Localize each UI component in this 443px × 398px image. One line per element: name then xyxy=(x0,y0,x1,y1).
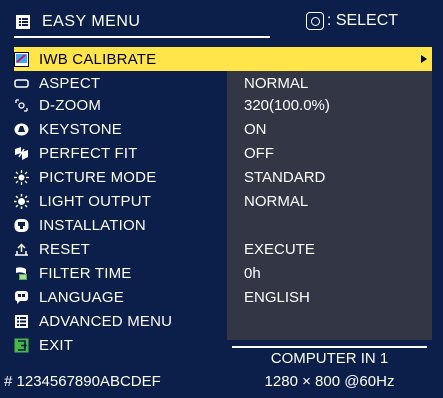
language-icon xyxy=(14,290,29,305)
light-output-icon xyxy=(14,193,29,209)
installation-icon xyxy=(14,218,29,233)
menu-item-iwb-calibrate[interactable]: IWB CALIBRATE xyxy=(14,47,227,71)
menu-item-label: ADVANCED MENU xyxy=(39,312,173,330)
keystone-icon xyxy=(14,122,29,137)
menu-list: IWB CALIBRATE ASPECT D-ZOOM KEYSTONE PER xyxy=(14,47,227,354)
menu-item-label: LIGHT OUTPUT xyxy=(39,192,152,210)
menu-item-label: ASPECT xyxy=(39,74,101,92)
menu-item-label: EXIT xyxy=(39,336,74,354)
menu-item-label: PICTURE MODE xyxy=(39,168,157,186)
signal-resolution: 1280 × 800 @60Hz xyxy=(264,373,395,390)
title-underline xyxy=(14,36,270,38)
menu-item-label: INSTALLATION xyxy=(39,216,146,234)
menu-item-perfect-fit[interactable]: PERFECT FIT xyxy=(14,141,227,165)
menu-title-text: EASY MENU xyxy=(42,13,141,30)
menu-list-icon xyxy=(16,15,30,29)
menu-item-reset[interactable]: RESET xyxy=(14,237,227,261)
reset-icon xyxy=(14,242,29,257)
value-keystone: ON xyxy=(244,120,267,138)
value-language: ENGLISH xyxy=(244,288,310,306)
perfect-fit-icon xyxy=(14,146,29,161)
iwb-calibrate-icon xyxy=(14,51,29,67)
select-hint: : SELECT xyxy=(272,7,432,35)
exit-icon xyxy=(14,338,29,353)
menu-item-d-zoom[interactable]: D-ZOOM xyxy=(14,93,227,117)
menu-item-label: KEYSTONE xyxy=(39,120,123,138)
value-filter-time: 0h xyxy=(244,264,261,282)
menu-item-label: PERFECT FIT xyxy=(39,144,138,162)
zoom-icon xyxy=(14,98,29,113)
menu-item-installation[interactable]: INSTALLATION xyxy=(14,213,227,237)
input-source: COMPUTER IN 1 xyxy=(270,350,389,367)
menu-item-label: LANGUAGE xyxy=(39,288,124,306)
menu-item-light-output[interactable]: LIGHT OUTPUT xyxy=(14,189,227,213)
picture-mode-icon xyxy=(14,169,29,185)
submenu-arrow-icon xyxy=(421,55,427,63)
value-light-output: NORMAL xyxy=(244,192,309,210)
value-picture-mode: STANDARD xyxy=(244,168,326,186)
menu-item-advanced-menu[interactable]: ADVANCED MENU xyxy=(14,309,227,333)
value-d-zoom: 320(100.0%) xyxy=(244,96,330,114)
menu-item-keystone[interactable]: KEYSTONE xyxy=(14,117,227,141)
aspect-icon xyxy=(14,76,29,91)
menu-item-exit[interactable]: EXIT xyxy=(14,333,227,357)
menu-title: EASY MENU xyxy=(14,7,274,37)
highlight-bar xyxy=(227,47,432,71)
menu-item-label: RESET xyxy=(39,240,91,258)
value-aspect: NORMAL xyxy=(244,74,309,92)
menu-item-label: D-ZOOM xyxy=(39,96,102,114)
footer-divider xyxy=(232,346,427,348)
value-reset: EXECUTE xyxy=(244,240,315,258)
value-panel: NORMAL 320(100.0%) ON OFF STANDARD NORMA… xyxy=(227,47,432,340)
menu-item-filter-time[interactable]: FILTER TIME xyxy=(14,261,227,285)
filter-icon xyxy=(14,266,29,281)
value-perfect-fit: OFF xyxy=(244,144,274,162)
menu-item-label: IWB CALIBRATE xyxy=(39,50,157,68)
dpad-enter-icon xyxy=(305,12,324,30)
select-hint-text: : SELECT xyxy=(326,12,399,29)
menu-item-aspect[interactable]: ASPECT xyxy=(14,71,227,95)
menu-item-picture-mode[interactable]: PICTURE MODE xyxy=(14,165,227,189)
menu-item-language[interactable]: LANGUAGE xyxy=(14,285,227,309)
advanced-menu-icon xyxy=(14,314,29,329)
device-id: # 1234567890ABCDEF xyxy=(4,373,161,390)
menu-item-label: FILTER TIME xyxy=(39,264,132,282)
projector-osd-menu: EASY MENU : SELECT IWB CALIBRATE ASPECT … xyxy=(0,0,443,398)
